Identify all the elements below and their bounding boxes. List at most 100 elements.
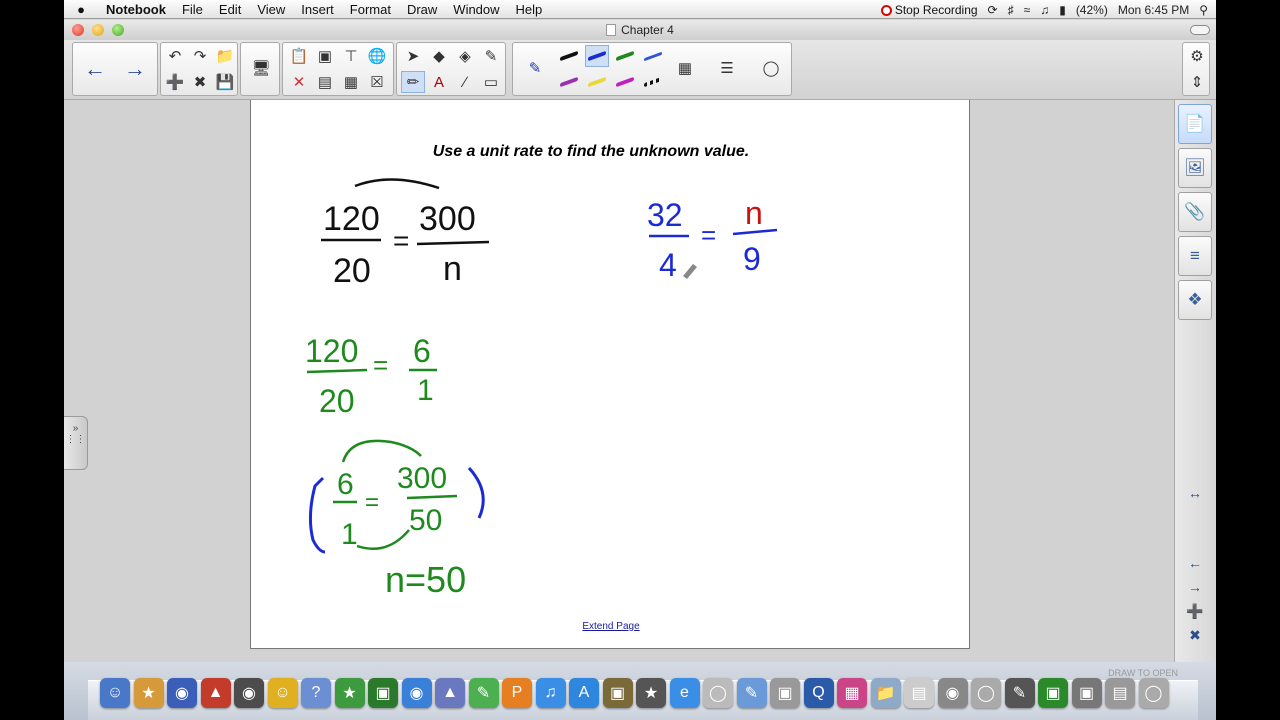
smart-icon[interactable]: ▣ bbox=[1038, 678, 1068, 708]
notebook-page[interactable]: Use a unit rate to find the unknown valu… bbox=[250, 100, 970, 649]
select-arrow-icon[interactable]: ➤ bbox=[401, 45, 425, 67]
addons-tab[interactable]: ❖ bbox=[1178, 280, 1212, 320]
iphoto-icon[interactable]: ▣ bbox=[602, 678, 633, 708]
properties-tab[interactable]: ≡ bbox=[1178, 236, 1212, 276]
camera-icon[interactable]: ◉ bbox=[234, 678, 264, 708]
pen-style-purple[interactable] bbox=[557, 71, 581, 93]
appstore-icon[interactable]: A bbox=[569, 678, 599, 708]
window-minimize-button[interactable] bbox=[92, 24, 104, 36]
sync-icon[interactable]: ⟳ bbox=[988, 3, 998, 17]
extend-page-link[interactable]: Extend Page bbox=[251, 621, 971, 632]
volume-icon[interactable]: ♫ bbox=[1040, 3, 1049, 17]
globe-icon[interactable]: ◉ bbox=[937, 678, 968, 708]
paste-icon[interactable]: 📋 bbox=[287, 45, 311, 67]
gallery-tab[interactable]: 🖼 bbox=[1178, 148, 1212, 188]
screen-shade-icon[interactable]: ▤ bbox=[313, 71, 337, 93]
menu-file[interactable]: File bbox=[174, 0, 211, 19]
panel-back-icon[interactable]: ← bbox=[1183, 554, 1207, 572]
fill-bucket-icon[interactable]: ◈ bbox=[453, 45, 477, 67]
pen-style-dashed[interactable] bbox=[641, 71, 665, 93]
pen-style-green[interactable] bbox=[613, 45, 637, 67]
pen-style-black[interactable] bbox=[557, 45, 581, 67]
redo-icon[interactable]: ↷ bbox=[188, 45, 212, 67]
menu-draw[interactable]: Draw bbox=[399, 0, 445, 19]
delete-page-icon[interactable]: ✖ bbox=[188, 71, 212, 93]
expand-panel-icon[interactable]: ↔ bbox=[1183, 484, 1207, 502]
folder-icon[interactable]: 📁 bbox=[870, 678, 901, 708]
spotlight-search-icon[interactable]: ⚲ bbox=[1199, 3, 1208, 17]
menu-window[interactable]: Window bbox=[445, 0, 507, 19]
menu-edit[interactable]: Edit bbox=[211, 0, 249, 19]
table-icon[interactable]: ▦ bbox=[339, 71, 363, 93]
ie-icon[interactable]: e bbox=[669, 678, 700, 708]
add-page-icon[interactable]: ➕ bbox=[163, 71, 187, 93]
transparency-icon[interactable]: ◯ bbox=[759, 57, 783, 79]
ink-icon[interactable]: ✎ bbox=[1004, 678, 1035, 708]
save-icon[interactable]: 💾 bbox=[213, 71, 237, 93]
pdf-icon[interactable]: ▲ bbox=[200, 678, 231, 708]
preview2-icon[interactable]: ▣ bbox=[770, 678, 800, 708]
panel-add-page-icon[interactable]: ➕ bbox=[1183, 602, 1207, 620]
magic-pen-icon[interactable]: ✎ bbox=[479, 45, 503, 67]
gear-icon[interactable]: ⚙ bbox=[1185, 45, 1209, 67]
stack-icon[interactable]: ▤ bbox=[1105, 678, 1135, 708]
line-properties-icon[interactable]: ☰ bbox=[715, 57, 739, 79]
text-a-icon[interactable]: A bbox=[427, 71, 451, 93]
next-page-button[interactable]: → bbox=[117, 45, 153, 93]
page-sorter-tab[interactable]: 📄 bbox=[1178, 104, 1212, 144]
star-icon[interactable]: ★ bbox=[334, 678, 365, 708]
pens-tool-icon[interactable]: ✏ bbox=[401, 71, 425, 93]
screen-capture-icon[interactable]: ▣ bbox=[313, 45, 337, 67]
screen-display-icon[interactable]: 🖥 bbox=[249, 57, 273, 79]
battery-icon[interactable]: ▮ bbox=[1059, 3, 1066, 17]
menu-format[interactable]: Format bbox=[342, 0, 399, 19]
previous-page-button[interactable]: ← bbox=[77, 45, 113, 93]
grid-icon[interactable]: ▦ bbox=[837, 678, 867, 708]
color-palette-icon[interactable]: ▦ bbox=[673, 57, 697, 79]
shapes-icon[interactable]: ◆ bbox=[427, 45, 451, 67]
safari-icon[interactable]: ◉ bbox=[401, 678, 432, 708]
preview-icon[interactable]: ★ bbox=[133, 678, 164, 708]
dvd-icon[interactable]: ◯ bbox=[703, 678, 733, 708]
attachments-tab[interactable]: 📎 bbox=[1178, 192, 1212, 232]
tools-icon[interactable]: ✎ bbox=[468, 678, 499, 708]
itunes-icon[interactable]: ♫ bbox=[535, 678, 566, 708]
delete-icon[interactable]: ✕ bbox=[287, 71, 311, 93]
p-icon[interactable]: P bbox=[502, 678, 532, 708]
close-panel-icon[interactable]: ☒ bbox=[365, 71, 389, 93]
tl-icon[interactable]: ◉ bbox=[167, 678, 197, 708]
window-icon[interactable]: ▣ bbox=[1071, 678, 1102, 708]
app-icon[interactable]: ▲ bbox=[435, 678, 465, 708]
bluetooth-icon[interactable]: ♯ bbox=[1008, 3, 1014, 17]
apple-menu-icon[interactable]: ● bbox=[64, 0, 98, 19]
trash-icon[interactable]: ◯ bbox=[1138, 678, 1169, 708]
panel-forward-icon[interactable]: → bbox=[1183, 578, 1207, 596]
imovie-icon[interactable]: ★ bbox=[636, 678, 666, 708]
pen-icon[interactable]: ✎ bbox=[523, 57, 547, 79]
window-zoom-button[interactable] bbox=[112, 24, 124, 36]
menu-app-notebook[interactable]: Notebook bbox=[98, 0, 174, 19]
wifi-icon[interactable]: ≈ bbox=[1024, 3, 1031, 17]
line-tool-icon[interactable]: ∕ bbox=[453, 71, 477, 93]
menu-clock[interactable]: Mon 6:45 PM bbox=[1118, 3, 1189, 17]
window-close-button[interactable] bbox=[72, 24, 84, 36]
avatar-icon[interactable]: ☺ bbox=[267, 678, 298, 708]
pen-style-blue[interactable] bbox=[585, 45, 609, 67]
pen-style-yellow[interactable] bbox=[585, 71, 609, 93]
finder-icon[interactable]: ☺ bbox=[100, 678, 130, 708]
toolbar-toggle-button[interactable] bbox=[1190, 25, 1210, 35]
help-icon[interactable]: ? bbox=[301, 678, 331, 708]
quicktime-icon[interactable]: Q bbox=[803, 678, 834, 708]
web-browser-icon[interactable]: 🌐 bbox=[365, 45, 389, 67]
textedit-icon[interactable]: ✎ bbox=[736, 678, 767, 708]
open-folder-icon[interactable]: 📁 bbox=[213, 45, 237, 67]
menu-view[interactable]: View bbox=[249, 0, 293, 19]
photo-icon[interactable]: ▣ bbox=[368, 678, 398, 708]
pen-style-blue-thin[interactable] bbox=[641, 45, 665, 67]
text-tool-icon[interactable]: ⊤ bbox=[339, 45, 363, 67]
undo-icon[interactable]: ↶ bbox=[163, 45, 187, 67]
menu-help[interactable]: Help bbox=[508, 0, 551, 19]
side-handle[interactable]: » ⋮⋮ bbox=[64, 416, 88, 470]
docs-icon[interactable]: ▤ bbox=[904, 678, 934, 708]
disk-icon[interactable]: ◯ bbox=[971, 678, 1001, 708]
